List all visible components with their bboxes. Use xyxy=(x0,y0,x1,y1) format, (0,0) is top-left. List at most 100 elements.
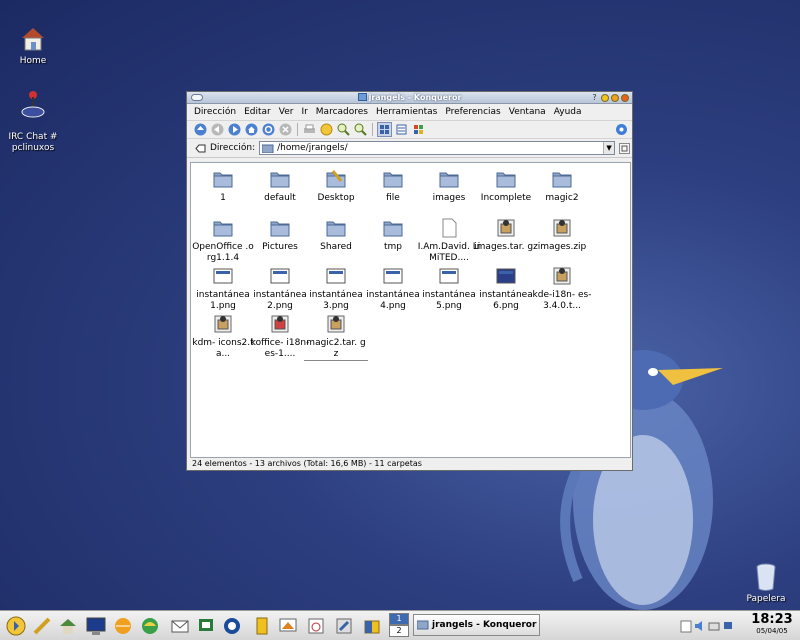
file-item[interactable]: instantánea 3.png xyxy=(304,265,368,312)
bookmark-button[interactable] xyxy=(319,122,334,137)
file-item-label: images.tar. gz xyxy=(474,242,538,252)
file-item[interactable]: instantánea 1.png xyxy=(191,265,255,312)
file-item-label: Incomplete xyxy=(480,193,532,203)
icon-view-button[interactable] xyxy=(377,122,392,137)
konqueror-window[interactable]: jrangels - Konqueror ? Dirección Editar … xyxy=(186,91,633,471)
clear-location-icon[interactable] xyxy=(195,144,206,153)
archive-icon xyxy=(327,315,345,333)
terminal-icon[interactable] xyxy=(86,616,106,636)
reload-icon xyxy=(262,123,275,136)
printer-icon xyxy=(304,124,315,133)
file-item[interactable]: OpenOffice .org1.1.4 xyxy=(191,217,255,264)
browser-icon[interactable] xyxy=(140,616,160,636)
file-item[interactable]: magic2 xyxy=(530,168,594,204)
multicolumn-view-button[interactable] xyxy=(411,122,426,137)
menu-direccion[interactable]: Dirección xyxy=(190,107,240,117)
menu-ventana[interactable]: Ventana xyxy=(505,107,550,117)
menu-ver[interactable]: Ver xyxy=(275,107,298,117)
desktop-icon-home[interactable]: Home xyxy=(3,24,63,67)
home-launcher-icon[interactable] xyxy=(58,616,78,636)
file-item[interactable]: I.Am.David. LiMiTED.... xyxy=(417,217,481,264)
file-item[interactable]: images.zip xyxy=(530,217,594,253)
help-button[interactable]: ? xyxy=(590,93,599,102)
file-item[interactable]: 1 xyxy=(191,168,255,204)
file-item[interactable]: default xyxy=(248,168,312,204)
volume-icon[interactable] xyxy=(694,619,706,633)
print-button[interactable] xyxy=(302,122,317,137)
file-view[interactable]: 1 default Desktop file images Incomplete magic… xyxy=(190,162,631,458)
kde-gear-button[interactable] xyxy=(614,122,629,137)
file-item[interactable]: images.tar. gz xyxy=(474,217,538,253)
forward-button[interactable] xyxy=(227,122,242,137)
bookmark-icon xyxy=(320,123,333,136)
menu-editar[interactable]: Editar xyxy=(240,107,275,117)
file-item[interactable]: instantánea 5.png xyxy=(417,265,481,312)
file-item[interactable]: instantánea 4.png xyxy=(361,265,425,312)
file-item[interactable]: kde-i18n- es-3.4.0.t... xyxy=(530,265,594,312)
settings-icon[interactable] xyxy=(334,616,354,636)
reload-button[interactable] xyxy=(261,122,276,137)
close-button[interactable] xyxy=(621,93,629,102)
maximize-button[interactable] xyxy=(611,93,619,102)
file-item[interactable]: file xyxy=(361,168,425,204)
home-button[interactable] xyxy=(244,122,259,137)
keyboard-icon[interactable] xyxy=(708,619,720,633)
konqueror-launcher-icon[interactable] xyxy=(113,616,133,636)
calendar-icon[interactable] xyxy=(306,616,326,636)
file-item[interactable]: instantánea 6.png xyxy=(474,265,538,312)
up-button[interactable] xyxy=(193,122,208,137)
file-item[interactable]: images xyxy=(417,168,481,204)
file-item[interactable]: tmp xyxy=(361,217,425,253)
file-item[interactable]: Incomplete xyxy=(474,168,538,204)
file-item[interactable]: Desktop xyxy=(304,168,368,204)
location-dropdown-arrow[interactable]: ▼ xyxy=(603,142,615,154)
menu-preferencias[interactable]: Preferencias xyxy=(441,107,504,117)
location-input[interactable]: /home/jrangels/ ▼ xyxy=(259,141,616,155)
archive-icon xyxy=(497,219,515,237)
chat-icon[interactable] xyxy=(196,616,216,636)
gear-icon xyxy=(616,124,627,135)
clipboard-icon[interactable] xyxy=(680,619,692,633)
network-icon[interactable] xyxy=(722,619,734,633)
window-title: jrangels - Konqueror xyxy=(187,93,632,102)
desktop-icon-taskbar[interactable] xyxy=(32,616,52,636)
pager-desktop-1[interactable]: 1 xyxy=(389,613,409,625)
icon-view-icon xyxy=(380,125,389,134)
menu-ayuda[interactable]: Ayuda xyxy=(550,107,586,117)
presentation-icon[interactable] xyxy=(278,616,298,636)
file-item[interactable]: Pictures xyxy=(248,217,312,253)
stop-button[interactable] xyxy=(278,122,293,137)
clock[interactable]: 18:23 05/04/05 xyxy=(744,612,800,639)
desktop-icon-trash[interactable]: Papelera xyxy=(736,562,796,605)
package-manager-icon[interactable] xyxy=(362,616,382,636)
file-item-label: instantánea 3.png xyxy=(309,290,363,311)
file-item[interactable]: kdm- icons2.ta... xyxy=(191,313,255,360)
desktop-icon-irc-chat[interactable]: IRC Chat # pclinuxos xyxy=(3,78,63,154)
back-button[interactable] xyxy=(210,122,225,137)
taskbar-window-button[interactable]: jrangels - Konqueror xyxy=(413,614,540,636)
pager-desktop-2[interactable]: 2 xyxy=(389,625,409,637)
detail-view-button[interactable] xyxy=(394,122,409,137)
kmenu-icon[interactable] xyxy=(6,616,26,636)
zoom-out-button[interactable] xyxy=(353,122,368,137)
window-titlebar[interactable]: jrangels - Konqueror ? xyxy=(187,92,632,104)
desktop-icon-label: IRC Chat # pclinuxos xyxy=(8,132,58,153)
folder-icon xyxy=(496,172,516,188)
file-item[interactable]: magic2.tar. gz xyxy=(304,313,368,361)
minimize-button[interactable] xyxy=(601,93,609,102)
file-item[interactable]: koffice- i18n-es-1.... xyxy=(248,313,312,360)
image-file-icon xyxy=(439,268,459,284)
menu-herramientas[interactable]: Herramientas xyxy=(372,107,441,117)
writer-icon[interactable] xyxy=(252,616,272,636)
menu-ir[interactable]: Ir xyxy=(297,107,311,117)
archive-icon xyxy=(553,219,571,237)
file-item[interactable]: instantánea 2.png xyxy=(248,265,312,312)
zoom-in-button[interactable] xyxy=(336,122,351,137)
mail-icon[interactable] xyxy=(170,616,190,636)
menu-marcadores[interactable]: Marcadores xyxy=(312,107,372,117)
file-item[interactable]: Shared xyxy=(304,217,368,253)
go-icon[interactable] xyxy=(619,142,631,154)
arrow-up-icon xyxy=(194,123,207,136)
file-item-label: instantánea 5.png xyxy=(422,290,476,311)
messenger-icon[interactable] xyxy=(222,616,242,636)
